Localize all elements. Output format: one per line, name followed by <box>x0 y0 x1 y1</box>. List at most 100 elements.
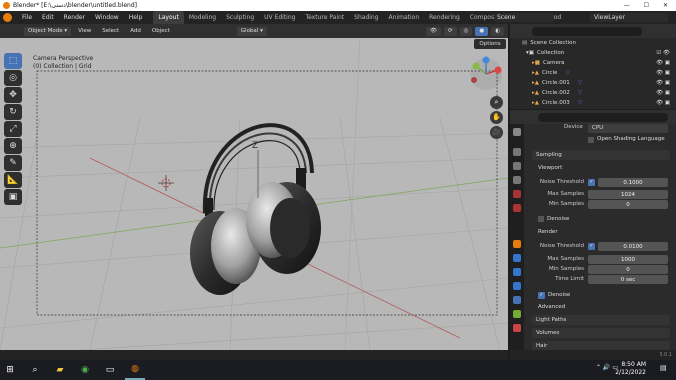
circle-visibility-icon[interactable]: 👁 ▣ <box>656 70 676 76</box>
move-icon[interactable]: ✥ <box>4 87 22 103</box>
file-explorer-icon[interactable]: ▰ <box>50 360 70 380</box>
outliner-search-input[interactable] <box>532 27 642 36</box>
constraints-tab-icon[interactable] <box>513 296 521 304</box>
start-icon[interactable]: ⊞ <box>0 360 20 380</box>
device-dropdown[interactable]: CPU <box>588 124 668 133</box>
light-paths-panel-header[interactable]: Light Paths <box>532 315 670 325</box>
timeline-strip[interactable] <box>0 350 508 360</box>
collection-visibility-icon[interactable]: ☑ 👁 <box>656 50 676 56</box>
menu-help[interactable]: Help <box>124 11 148 24</box>
menu-view[interactable]: View <box>74 28 95 34</box>
outliner-item-circle-001[interactable]: ▸▲ Circle.001 ▽ 👁 ▣ <box>510 78 676 88</box>
output-tab-icon[interactable] <box>513 162 521 170</box>
advanced-subpanel[interactable]: Advanced <box>538 302 670 312</box>
material-tab-icon[interactable] <box>513 324 521 332</box>
notifications-icon[interactable]: ▤ <box>660 364 667 372</box>
tab-texture-paint[interactable]: Texture Paint <box>300 11 349 24</box>
scene-tab-icon[interactable] <box>513 190 521 198</box>
navigation-gizmo[interactable] <box>468 56 504 92</box>
vp-noise-threshold-field[interactable]: 0.1000 <box>598 178 668 187</box>
data-tab-icon[interactable] <box>513 310 521 318</box>
tab-uv-editing[interactable]: UV Editing <box>259 11 300 24</box>
close-icon[interactable]: ✕ <box>663 2 668 9</box>
gizmo-icon[interactable]: ⟳ <box>443 26 457 36</box>
transform-icon[interactable]: ⊕ <box>4 138 22 154</box>
cursor-icon[interactable]: ◎ <box>4 70 22 86</box>
osl-checkbox-box[interactable] <box>588 136 594 143</box>
tab-animation[interactable]: Animation <box>384 11 425 24</box>
object-tab-icon[interactable] <box>513 240 521 248</box>
tab-sculpting[interactable]: Sculpting <box>221 11 259 24</box>
circle-001-visibility-icon[interactable]: 👁 ▣ <box>656 80 676 86</box>
time-limit-field[interactable]: 0 sec <box>588 275 668 284</box>
camera-visibility-icon[interactable]: 👁 ▣ <box>656 60 676 66</box>
outliner-item-circle[interactable]: ▸▲ Circle ▽ 👁 ▣ <box>510 68 676 78</box>
r-denoise-subpanel[interactable]: ✓ Denoise <box>538 290 670 300</box>
system-clock[interactable]: 8:50 AM 2/12/2022 <box>615 361 646 377</box>
zoom-icon[interactable]: ⌕ <box>490 96 503 109</box>
vp-denoise-checkbox[interactable] <box>538 216 544 222</box>
annotate-icon[interactable]: ✎ <box>4 155 22 171</box>
r-min-samples-field[interactable]: 0 <box>588 265 668 274</box>
chrome-icon[interactable]: ◉ <box>75 360 95 380</box>
window-icon[interactable]: ▭ <box>100 360 120 380</box>
scale-icon[interactable]: ⤢ <box>4 121 22 137</box>
shading-material-icon[interactable]: ◐ <box>491 26 504 36</box>
vp-max-samples-field[interactable]: 1024 <box>588 190 668 199</box>
r-noise-threshold-field[interactable]: 0.0100 <box>598 242 668 251</box>
tab-modeling[interactable]: Modeling <box>184 11 221 24</box>
outliner-item-circle-002[interactable]: ▸▲ Circle.002 ▽ 👁 ▣ <box>510 88 676 98</box>
r-denoise-checkbox[interactable]: ✓ <box>538 291 545 299</box>
shading-solid-icon[interactable]: ● <box>475 26 489 36</box>
render-subpanel-header[interactable]: Render <box>538 227 670 237</box>
select-box-icon[interactable]: ⬚ <box>4 53 22 69</box>
transform-orientation-dropdown[interactable]: Global ▾ <box>236 26 267 36</box>
object-mode-dropdown[interactable]: Object Mode ▾ <box>24 26 72 36</box>
menu-window[interactable]: Window <box>90 11 124 24</box>
maximize-icon[interactable]: ☐ <box>644 2 649 9</box>
circle-003-visibility-icon[interactable]: 👁 ▣ <box>656 100 676 106</box>
vp-denoise-subpanel[interactable]: Denoise <box>538 214 670 224</box>
view-layer-tab-icon[interactable] <box>513 176 521 184</box>
outliner-item-circle-003[interactable]: ▸▲ Circle.003 ▽ 👁 ▣ <box>510 98 676 108</box>
modifier-tab-icon[interactable] <box>513 254 521 262</box>
tool-tab-icon[interactable] <box>513 128 521 136</box>
menu-file[interactable]: File <box>17 11 37 24</box>
add-cube-icon[interactable]: ▣ <box>4 189 22 205</box>
particles-tab-icon[interactable] <box>513 268 521 276</box>
tab-shading[interactable]: Shading <box>349 11 383 24</box>
rotate-icon[interactable]: ↻ <box>4 104 22 120</box>
menu-add[interactable]: Add <box>126 28 145 34</box>
tab-layout[interactable]: Layout <box>153 11 184 24</box>
vp-min-samples-field[interactable]: 0 <box>588 200 668 209</box>
minimize-icon[interactable]: — <box>624 2 630 9</box>
pan-icon[interactable]: ✋ <box>490 111 503 124</box>
viewport-subpanel-header[interactable]: Viewport <box>538 163 670 173</box>
menu-object[interactable]: Object <box>148 28 174 34</box>
r-max-samples-field[interactable]: 1000 <box>588 255 668 264</box>
3d-viewport[interactable]: Z <box>0 38 508 350</box>
sampling-panel-header[interactable]: Sampling <box>532 150 670 160</box>
volumes-panel-header[interactable]: Volumes <box>532 328 670 338</box>
world-tab-icon[interactable] <box>513 204 521 212</box>
physics-tab-icon[interactable] <box>513 282 521 290</box>
camera-view-icon[interactable]: 🎥 <box>490 126 503 139</box>
measure-icon[interactable]: 📐 <box>4 172 22 188</box>
osl-checkbox[interactable]: Open Shading Language <box>588 135 668 144</box>
r-noise-threshold-checkbox[interactable]: ✓ <box>588 243 595 250</box>
options-dropdown[interactable]: Options <box>474 39 506 49</box>
menu-select[interactable]: Select <box>98 28 123 34</box>
blender-menu-icon[interactable] <box>3 13 12 22</box>
outliner-item-camera[interactable]: ▸■ Camera 👁 ▣ <box>510 58 676 68</box>
overlay-icon[interactable]: ◎ <box>459 26 473 36</box>
menu-edit[interactable]: Edit <box>37 11 59 24</box>
menu-render[interactable]: Render <box>59 11 90 24</box>
view-layer-selector[interactable]: ViewLayer <box>590 13 668 22</box>
vp-noise-threshold-checkbox[interactable]: ✓ <box>588 179 595 186</box>
outliner-item-collection[interactable]: ▾▣ Collection ☑ 👁 <box>510 48 676 58</box>
visibility-icon[interactable]: 👁 <box>425 26 441 36</box>
outliner-item-scene-collection[interactable]: ▤ Scene Collection <box>510 38 676 48</box>
render-tab-icon[interactable] <box>513 148 521 156</box>
properties-search-input[interactable] <box>538 113 668 122</box>
search-icon[interactable]: ⌕ <box>25 360 45 380</box>
